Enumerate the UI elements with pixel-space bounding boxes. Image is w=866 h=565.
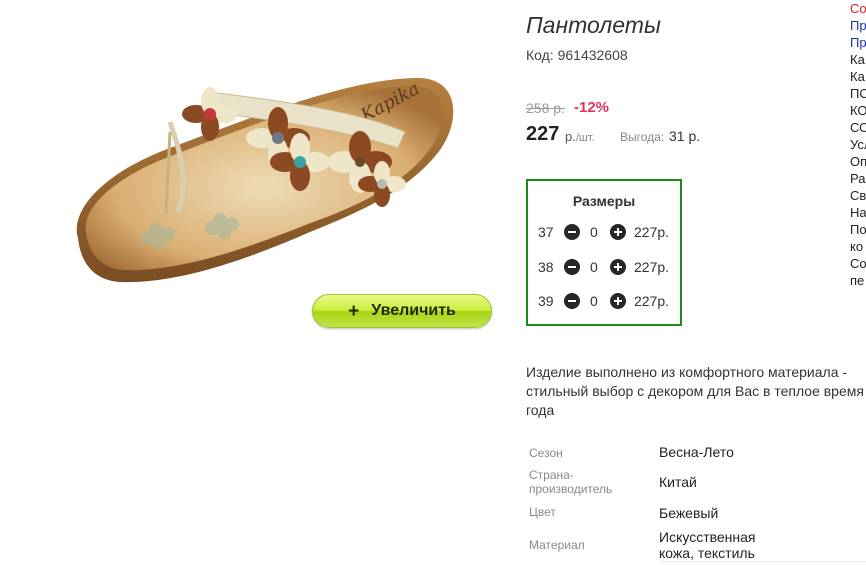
size-row: 38 0 227р. (528, 257, 680, 277)
size-label: 38 (538, 259, 554, 275)
sandal-image: Kapika (76, 78, 454, 283)
product-image[interactable]: Kapika (60, 62, 470, 290)
side-menu-item[interactable]: Оп (850, 153, 866, 170)
quantity-value: 0 (590, 259, 598, 275)
price-currency: р. (565, 129, 576, 144)
spec-value: Искусственная кожа, текстиль (659, 529, 756, 561)
decrease-quantity-button[interactable] (564, 224, 580, 240)
side-menu-item[interactable]: На (850, 204, 866, 221)
side-menu-item[interactable]: Со (850, 0, 866, 17)
product-title: Пантолеты (526, 12, 661, 38)
spec-label: Страна-производитель (529, 468, 613, 496)
side-menu: СоПрПрКаКаПОКОСОУслОпРаСвНаПокоСопе (850, 0, 866, 289)
side-menu-item[interactable]: Пр (850, 17, 866, 34)
size-label: 37 (538, 224, 554, 240)
increase-quantity-button[interactable] (610, 259, 626, 275)
quantity-value: 0 (590, 293, 598, 309)
size-row: 39 0 227р. (528, 291, 680, 311)
spec-value: Китай (659, 474, 697, 490)
spec-label: Материал (529, 538, 585, 552)
savings-value: 31 р. (669, 128, 701, 144)
spec-value: Бежевый (659, 505, 719, 521)
sizes-title: Размеры (572, 193, 636, 209)
spec-label: Сезон (529, 446, 563, 460)
current-price: 227 (526, 123, 560, 145)
spec-value: Весна-Лето (659, 444, 734, 460)
side-menu-item[interactable]: Ра (850, 170, 866, 187)
price-unit: р./шт. (565, 129, 595, 144)
size-row: 37 0 227р. (528, 222, 680, 242)
divider (660, 561, 866, 562)
sizes-panel: Размеры 37 0 227р. 38 0 227р. 39 0 227р. (526, 179, 682, 326)
side-menu-item[interactable]: ко (850, 238, 866, 255)
side-menu-item[interactable]: Ка (850, 68, 866, 85)
discount-badge: -12% (574, 99, 610, 116)
side-menu-item[interactable]: Со (850, 255, 866, 272)
size-label: 39 (538, 293, 554, 309)
increase-quantity-button[interactable] (610, 293, 626, 309)
zoom-button-label: Увеличить (371, 302, 456, 319)
product-code: Код: 961432608 (526, 47, 628, 63)
plus-icon: + (348, 300, 360, 322)
zoom-button[interactable]: + Увеличить (312, 294, 492, 328)
product-description: Изделие выполнено из комфортного материа… (526, 364, 864, 418)
spec-label: Цвет (529, 505, 556, 519)
side-menu-item[interactable]: КО (850, 102, 866, 119)
side-menu-item[interactable]: ПО (850, 85, 866, 102)
side-menu-item[interactable]: Ка (850, 51, 866, 68)
decrease-quantity-button[interactable] (564, 293, 580, 309)
side-menu-item[interactable]: Св (850, 187, 866, 204)
side-menu-item[interactable]: СО (850, 119, 866, 136)
old-price: 258 р. (526, 100, 565, 116)
size-price: 227р. (634, 224, 670, 240)
decrease-quantity-button[interactable] (564, 259, 580, 275)
quantity-value: 0 (590, 224, 598, 240)
size-price: 227р. (634, 293, 670, 309)
side-menu-item[interactable]: Усл (850, 136, 866, 153)
price-per-unit: /шт. (575, 132, 595, 144)
side-menu-item[interactable]: Пр (850, 34, 866, 51)
side-menu-item[interactable]: пе (850, 272, 866, 289)
increase-quantity-button[interactable] (610, 224, 626, 240)
side-menu-item[interactable]: По (850, 221, 866, 238)
savings-label: Выгода: (620, 130, 665, 144)
size-price: 227р. (634, 259, 670, 275)
